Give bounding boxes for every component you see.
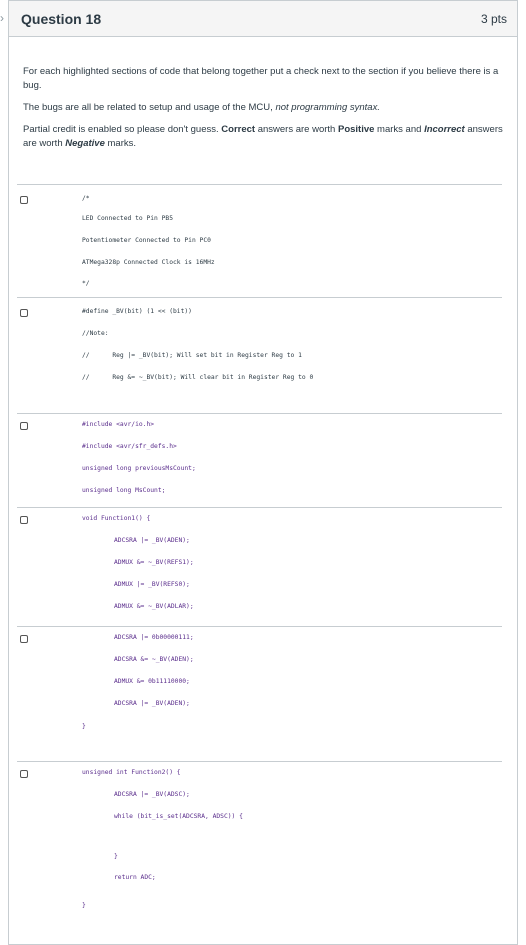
intro-p3-positive: Positive — [337, 124, 375, 135]
code-line: ADMUX &= ~_BV(REFS1); — [114, 559, 194, 566]
code-line: ADCSRA |= _BV(ADEN); — [114, 537, 190, 544]
code-line: */ — [82, 280, 90, 287]
code-line: ADMUX |= _BV(REFS0); — [114, 581, 190, 588]
code-line: unsigned int Function2() { — [82, 769, 181, 776]
code-line: #include <avr/io.h> — [82, 421, 155, 428]
code-line: } — [114, 853, 118, 860]
code-line: #define _BV(bit) (1 << (bit)) — [82, 308, 192, 315]
intro-p3-a: Partial credit is enabled so please don'… — [23, 124, 222, 135]
code-line: #include <avr/sfr_defs.h> — [82, 443, 177, 450]
code-line: /* — [82, 195, 90, 202]
code-line: unsigned long MsCount; — [82, 487, 166, 494]
code-line: // Reg &= ~_BV(bit); Will clear bit in R… — [82, 374, 314, 381]
intro-p3-correct: Correct — [221, 124, 256, 135]
answer-option-5: ADCSRA |= 0b00000111; ADCSRA &= ~_BV(ADE… — [17, 626, 502, 761]
code-line: while (bit_is_set(ADCSRA, ADSC)) { — [114, 813, 243, 820]
code-line: ADCSRA |= 0b00000111; — [114, 634, 194, 641]
intro-p3-e: marks and — [374, 124, 425, 135]
answer-checkbox-6[interactable] — [20, 770, 28, 778]
code-line: ADCSRA |= _BV(ADSC); — [114, 791, 190, 798]
question-card: Question 18 3 pts For each highlighted s… — [8, 0, 518, 945]
intro-paragraph-3: Partial credit is enabled so please don'… — [23, 123, 505, 151]
question-title: Question 18 — [21, 10, 102, 27]
code-line: return ADC; — [114, 874, 156, 881]
answer-option-3: #include <avr/io.h> #include <avr/sfr_de… — [17, 413, 502, 507]
question-points: 3 pts — [480, 11, 507, 26]
intro-paragraph-1: For each highlighted sections of code th… — [23, 66, 499, 91]
code-line: ADCSRA &= ~_BV(ADEN); — [114, 656, 194, 663]
answer-checkbox-3[interactable] — [20, 422, 28, 430]
code-line: // Reg |= _BV(bit); Will set bit in Regi… — [82, 352, 302, 359]
code-line: LED Connected to Pin PB5 — [82, 215, 173, 222]
code-line: ADMUX &= 0b11110000; — [114, 678, 190, 685]
intro-paragraph-2: The bugs are all be related to setup and… — [23, 101, 505, 115]
answer-checkbox-2[interactable] — [20, 309, 28, 317]
question-header: Question 18 3 pts — [9, 1, 517, 37]
code-line: ATMega328p Connected Clock is 16MHz — [82, 259, 215, 266]
answer-checkbox-4[interactable] — [20, 516, 28, 524]
code-line: } — [82, 902, 86, 909]
intro-p2-emphasis: not programming syntax. — [275, 102, 380, 113]
answer-checkbox-5[interactable] — [20, 635, 28, 643]
question-body: For each highlighted sections of code th… — [9, 37, 517, 151]
code-line: Potentiometer Connected to Pin PC0 — [82, 237, 211, 244]
code-line: ADCSRA |= _BV(ADEN); — [114, 700, 190, 707]
answer-option-2: #define _BV(bit) (1 << (bit)) //Note: //… — [17, 297, 502, 413]
answer-checkbox-1[interactable] — [20, 196, 28, 204]
intro-p3-i: marks. — [104, 138, 136, 149]
intro-p3-negative: Negative — [65, 138, 105, 149]
code-line: } — [82, 723, 86, 730]
chevron-right-icon: › — [0, 11, 4, 25]
answer-option-1: /* LED Connected to Pin PB5 Potentiomete… — [17, 184, 502, 297]
answer-option-6: unsigned int Function2() { ADCSRA |= _BV… — [17, 761, 502, 942]
intro-p2-text: The bugs are all be related to setup and… — [23, 102, 276, 113]
answer-option-4: void Function1() { ADCSRA |= _BV(ADEN); … — [17, 507, 502, 626]
code-line: //Note: — [82, 330, 109, 337]
code-line: void Function1() { — [82, 515, 151, 522]
intro-p3-c: answers are worth — [255, 124, 338, 135]
intro-p3-incorrect: Incorrect — [424, 124, 465, 135]
code-line: ADMUX &= ~_BV(ADLAR); — [114, 603, 194, 610]
code-line: unsigned long previousMsCount; — [82, 465, 196, 472]
